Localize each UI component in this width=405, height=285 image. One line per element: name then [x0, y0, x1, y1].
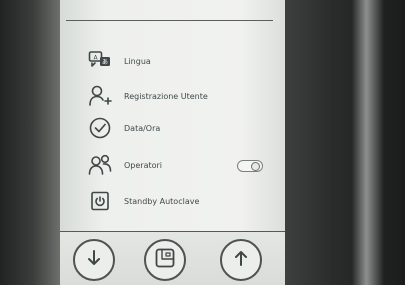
standby-power-icon — [88, 189, 112, 213]
menu-item-label: Standby Autoclave — [124, 196, 200, 206]
menu-item-label: Lingua — [124, 56, 151, 66]
device-bezel-left — [0, 0, 60, 285]
menu-item-label: Registrazione Utente — [124, 91, 208, 101]
operators-icon — [88, 153, 112, 177]
svg-text:あ: あ — [102, 59, 108, 66]
language-icon: A あ — [88, 49, 112, 73]
arrow-up-icon — [231, 248, 251, 272]
menu-item-standby-autoclave[interactable]: Standby Autoclave — [88, 188, 199, 214]
home-screen-icon — [154, 247, 176, 273]
device-edge-highlight — [352, 0, 384, 285]
menu-item-registrazione-utente[interactable]: Registrazione Utente — [88, 83, 208, 109]
menu-item-data-ora[interactable]: Data/Ora — [88, 115, 160, 141]
divider — [66, 20, 273, 21]
add-user-icon — [88, 84, 112, 108]
operators-toggle[interactable] — [237, 160, 263, 172]
menu-item-lingua[interactable]: A あ Lingua — [88, 48, 151, 74]
home-button[interactable] — [144, 239, 186, 281]
arrow-down-icon — [84, 248, 104, 272]
menu-item-operatori[interactable]: Operatori — [88, 152, 162, 178]
scroll-up-button[interactable] — [220, 239, 262, 281]
touch-screen: A あ Lingua Registrazione Utente Data/Ora — [60, 0, 285, 285]
scroll-down-button[interactable] — [73, 239, 115, 281]
toggle-knob — [251, 162, 260, 171]
menu-item-label: Data/Ora — [124, 123, 161, 133]
clock-icon — [88, 116, 112, 140]
device-bezel-right — [285, 0, 405, 285]
menu-item-label: Operatori — [124, 160, 163, 170]
